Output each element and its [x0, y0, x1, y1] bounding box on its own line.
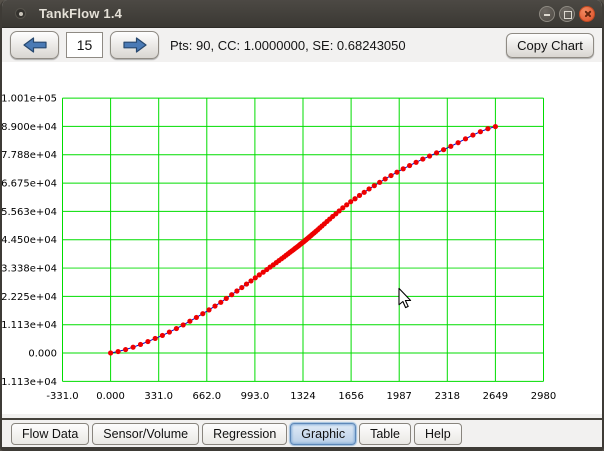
svg-text:1.113e+04: 1.113e+04 [2, 320, 57, 331]
chart-panel: 1.001e+05 8.900e+04 7.788e+04 6.675e+04 5.56… [2, 62, 602, 414]
svg-text:1987: 1987 [386, 391, 411, 402]
arrow-right-icon [123, 37, 147, 53]
toolbar: Pts: 90, CC: 1.0000000, SE: 0.68243050 C… [2, 28, 602, 62]
tab-table[interactable]: Table [359, 423, 411, 445]
tab-help[interactable]: Help [414, 423, 462, 445]
svg-text:2.225e+04: 2.225e+04 [2, 292, 57, 303]
flow-volume-chart[interactable]: 1.001e+05 8.900e+04 7.788e+04 6.675e+04 5.56… [2, 62, 602, 414]
svg-text:-331.0: -331.0 [46, 391, 78, 402]
svg-text:1656: 1656 [338, 391, 363, 402]
tab-flow-data[interactable]: Flow Data [11, 423, 89, 445]
tab-bar: Flow DataSensor/VolumeRegressionGraphicT… [2, 418, 602, 447]
stats-readout: Pts: 90, CC: 1.0000000, SE: 0.68243050 [170, 38, 406, 53]
svg-text:993.0: 993.0 [241, 391, 270, 402]
copy-chart-button[interactable]: Copy Chart [506, 33, 594, 58]
svg-text:2318: 2318 [435, 391, 460, 402]
app-icon [15, 8, 26, 19]
svg-text:2980: 2980 [531, 391, 556, 402]
svg-text:662.0: 662.0 [192, 391, 221, 402]
svg-text:3.338e+04: 3.338e+04 [2, 264, 57, 275]
app-window: TankFlow 1.4 Pts: 90, CC: 1.0000000, SE:… [0, 0, 604, 451]
window-title: TankFlow 1.4 [39, 6, 122, 21]
svg-text:0.000: 0.000 [28, 349, 57, 360]
y-axis-tick-labels: 1.001e+05 8.900e+04 7.788e+04 6.675e+04 5.56… [2, 94, 57, 388]
tab-graphic[interactable]: Graphic [290, 423, 356, 445]
svg-text:6.675e+04: 6.675e+04 [2, 179, 57, 190]
previous-button[interactable] [10, 31, 59, 59]
window-controls [539, 6, 595, 22]
title-bar[interactable]: TankFlow 1.4 [2, 0, 602, 28]
maximize-icon[interactable] [559, 6, 575, 22]
svg-text:-1.113e+04: -1.113e+04 [2, 377, 57, 388]
svg-text:331.0: 331.0 [144, 391, 173, 402]
tab-sensor-volume[interactable]: Sensor/Volume [92, 423, 199, 445]
next-button[interactable] [110, 31, 159, 59]
svg-text:8.900e+04: 8.900e+04 [2, 122, 57, 133]
minimize-icon[interactable] [539, 6, 555, 22]
svg-text:0.000: 0.000 [96, 391, 125, 402]
svg-text:4.450e+04: 4.450e+04 [2, 235, 57, 246]
svg-text:1.001e+05: 1.001e+05 [2, 94, 57, 105]
svg-text:1324: 1324 [290, 391, 315, 402]
close-icon[interactable] [579, 6, 595, 22]
page-number-input[interactable] [66, 32, 103, 58]
mouse-cursor [399, 288, 411, 307]
arrow-left-icon [23, 37, 47, 53]
tab-regression[interactable]: Regression [202, 423, 287, 445]
svg-text:7.788e+04: 7.788e+04 [2, 150, 57, 161]
x-axis-tick-labels: -331.0 0.000 331.0 662.0 993.0 1324 1656 1987 23… [46, 391, 556, 402]
svg-text:2649: 2649 [483, 391, 508, 402]
svg-text:5.563e+04: 5.563e+04 [2, 207, 57, 218]
